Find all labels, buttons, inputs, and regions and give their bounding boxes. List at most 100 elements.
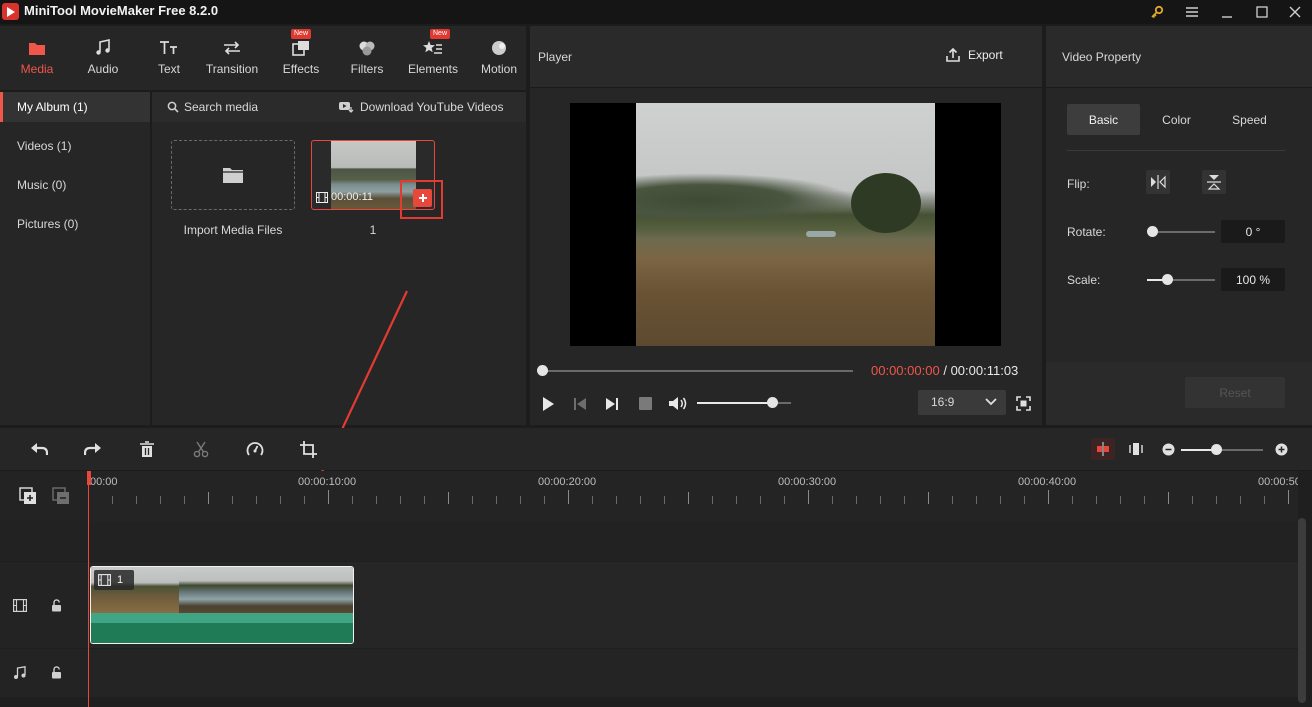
redo-button[interactable]: [83, 441, 102, 460]
filters-icon: [355, 38, 379, 58]
skip-forward-icon: [606, 398, 618, 410]
tab-speed[interactable]: Speed: [1213, 104, 1286, 135]
key-icon[interactable]: [1140, 0, 1174, 24]
ruler-tick-label: 00:00:10:00: [298, 476, 357, 488]
album-item-videos[interactable]: Videos (1): [0, 131, 150, 161]
zoom-out-icon: [1162, 443, 1175, 456]
player-title: Player: [538, 50, 573, 64]
tool-text[interactable]: Text: [136, 26, 202, 90]
timeline-video-clip[interactable]: 1: [90, 566, 354, 644]
remove-track-button[interactable]: [52, 487, 70, 508]
zoom-in-button[interactable]: [1275, 443, 1288, 459]
fit-icon: [1129, 443, 1143, 455]
snap-toggle-button[interactable]: [1091, 438, 1115, 460]
zoom-in-icon: [1275, 443, 1288, 456]
scale-value-field[interactable]: 100 %: [1221, 268, 1285, 291]
flip-vertical-button[interactable]: [1202, 170, 1226, 194]
download-youtube-button[interactable]: Download YouTube Videos: [338, 100, 503, 114]
search-media-button[interactable]: Search media: [167, 100, 258, 114]
crop-button[interactable]: [300, 441, 317, 461]
undo-icon: [31, 443, 49, 455]
scale-slider-handle[interactable]: [1162, 274, 1173, 285]
aspect-ratio-select[interactable]: 16:9: [918, 390, 1006, 415]
zoom-slider-track[interactable]: [1181, 449, 1263, 451]
playback-progress-track[interactable]: [542, 370, 853, 372]
album-item-my-album[interactable]: My Album (1): [0, 92, 150, 122]
motion-icon: [487, 38, 511, 58]
ruler-tick-label: 00:00:20:00: [538, 476, 597, 488]
export-label: Export: [968, 48, 1003, 62]
scissors-icon: [193, 441, 209, 458]
media-clip-name: 1: [369, 223, 377, 237]
close-icon[interactable]: [1278, 0, 1312, 24]
music-note-icon: [91, 38, 115, 58]
rotate-slider-handle[interactable]: [1147, 226, 1158, 237]
tool-motion[interactable]: Motion: [466, 26, 532, 90]
clip-label: 1: [117, 574, 124, 586]
menu-icon[interactable]: [1175, 0, 1209, 24]
tool-filters[interactable]: Filters: [334, 26, 400, 90]
rotate-value-field[interactable]: 0 °: [1221, 220, 1285, 243]
fullscreen-button[interactable]: [1016, 396, 1031, 414]
crop-icon: [300, 441, 317, 458]
aspect-ratio-value: 16:9: [931, 395, 955, 409]
download-youtube-label: Download YouTube Videos: [360, 100, 504, 114]
ruler-ticks: [88, 490, 1289, 504]
rotate-slider-track[interactable]: [1152, 231, 1215, 233]
scale-label: Scale:: [1067, 273, 1101, 287]
audio-track: [88, 649, 1298, 697]
reset-button[interactable]: Reset: [1185, 377, 1285, 408]
undo-button[interactable]: [30, 441, 49, 460]
playback-progress-handle[interactable]: [537, 365, 548, 376]
album-item-music[interactable]: Music (0): [0, 170, 150, 200]
speedometer-icon: [246, 442, 264, 456]
tool-elements[interactable]: New Elements: [400, 26, 466, 90]
ruler-tick-label: 00:00: [90, 476, 118, 488]
fit-timeline-button[interactable]: [1129, 441, 1143, 460]
timeline-scrollbar[interactable]: [1298, 518, 1306, 703]
album-item-pictures[interactable]: Pictures (0): [0, 209, 150, 239]
play-button[interactable]: [541, 396, 555, 415]
timeline-corner: [0, 471, 88, 521]
ruler-tick-label: 00:00:30:00: [778, 476, 837, 488]
tool-transition[interactable]: Transition: [199, 26, 265, 90]
redo-icon: [83, 443, 101, 455]
next-frame-button[interactable]: [605, 396, 619, 415]
add-track-button[interactable]: [19, 487, 37, 508]
import-media-tile[interactable]: [171, 140, 295, 210]
skip-back-icon: [574, 398, 586, 410]
delete-button[interactable]: [139, 441, 155, 461]
volume-icon: [669, 397, 687, 410]
unlock-icon[interactable]: [51, 599, 62, 612]
audio-track-header: [0, 649, 88, 697]
volume-button[interactable]: [668, 395, 688, 415]
previous-frame-button[interactable]: [573, 396, 587, 415]
flip-label: Flip:: [1067, 177, 1090, 191]
flip-horizontal-button[interactable]: [1146, 170, 1170, 194]
add-to-timeline-button[interactable]: [413, 189, 432, 207]
playhead-handle[interactable]: [87, 471, 91, 485]
tab-basic[interactable]: Basic: [1067, 104, 1140, 135]
search-media-label: Search media: [184, 100, 259, 114]
playhead[interactable]: [88, 471, 89, 707]
tool-audio[interactable]: Audio: [70, 26, 136, 90]
export-button[interactable]: Export: [945, 47, 1003, 63]
unlock-icon[interactable]: [51, 666, 62, 679]
add-track-icon: [19, 487, 36, 504]
play-icon: [543, 397, 554, 411]
split-button[interactable]: [193, 441, 209, 461]
tab-color[interactable]: Color: [1140, 104, 1213, 135]
maximize-icon[interactable]: [1245, 0, 1279, 24]
ruler-tick-label: 00:00:40:00: [1018, 476, 1077, 488]
zoom-out-button[interactable]: [1162, 443, 1175, 459]
tool-effects[interactable]: New Effects: [268, 26, 334, 90]
stop-button[interactable]: [639, 397, 652, 410]
speed-button[interactable]: [246, 441, 264, 461]
text-icon: [157, 38, 181, 58]
video-canvas[interactable]: [570, 103, 1001, 346]
scale-slider-track[interactable]: [1147, 279, 1215, 281]
property-divider: [1067, 150, 1285, 151]
tool-media[interactable]: Media: [4, 26, 70, 90]
zoom-slider-handle[interactable]: [1211, 444, 1222, 455]
minimize-icon[interactable]: [1210, 0, 1244, 24]
